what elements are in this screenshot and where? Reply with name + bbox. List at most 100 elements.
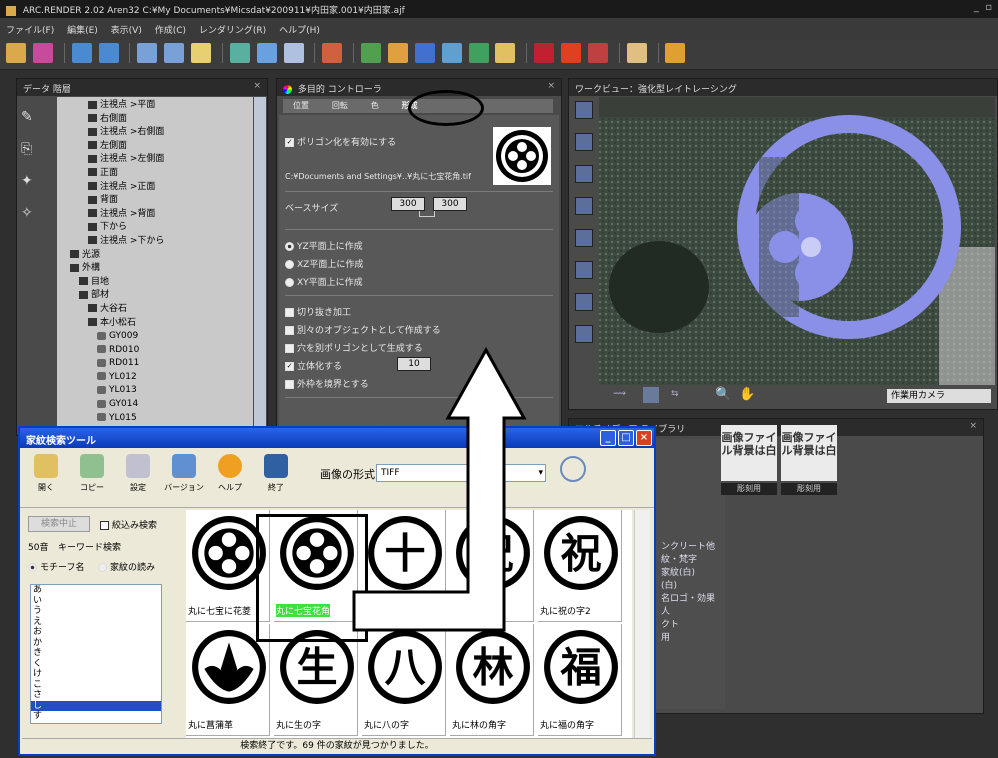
open-icon[interactable] — [6, 43, 26, 63]
search-icon[interactable] — [560, 456, 586, 482]
tree-node[interactable]: 注視点 >右側面 — [61, 126, 249, 140]
stop-icon[interactable] — [534, 43, 555, 63]
tree-node[interactable]: 注視点 >左側面 — [61, 153, 249, 167]
tree-node[interactable]: 注視点 >平面 — [61, 99, 249, 113]
enable-polygon-checkbox[interactable]: ✓ ポリゴン化を有効にする — [285, 135, 396, 148]
base-width-input[interactable]: 300 — [391, 197, 425, 211]
close-icon[interactable]: × — [253, 81, 261, 91]
library-category[interactable]: 用 — [661, 630, 670, 643]
open-button[interactable]: 開く — [26, 454, 66, 493]
version-button[interactable]: バージョン — [164, 454, 204, 493]
narrow-checkbox[interactable]: 絞込み検索 — [100, 518, 157, 531]
view-tool-icon[interactable] — [575, 165, 593, 183]
tree-tool-icon[interactable]: ✦ — [21, 173, 41, 193]
tree-node[interactable]: GY014 — [61, 398, 249, 412]
tree-node[interactable]: 右側面 — [61, 113, 249, 127]
tab-position[interactable]: 位置 — [283, 99, 319, 112]
link-icon[interactable] — [419, 211, 435, 217]
kana-item[interactable]: お — [31, 627, 161, 638]
window-controls[interactable]: _ ▫ — [974, 2, 992, 13]
cut-checkbox[interactable]: 切り抜き加工 — [285, 305, 351, 318]
menu-edit[interactable]: 編集(E) — [67, 26, 98, 36]
checkbox[interactable] — [100, 521, 109, 530]
minimize-button[interactable]: _ — [600, 430, 616, 446]
menu-view[interactable]: 表示(V) — [111, 26, 142, 36]
radio-motif[interactable]: モチーフ名 — [28, 560, 84, 573]
kana-item[interactable]: か — [31, 638, 161, 649]
tree-tool-icon[interactable]: ⎘ — [21, 141, 41, 161]
tree-node[interactable]: 左側面 — [61, 140, 249, 154]
tree-node[interactable]: 注視点 >下から — [61, 235, 249, 249]
render-viewport[interactable] — [599, 97, 995, 385]
radio[interactable] — [285, 260, 294, 269]
object-icon[interactable] — [229, 43, 250, 63]
kana-item[interactable]: さ — [31, 690, 161, 701]
view-tool-icon[interactable] — [575, 325, 593, 343]
checkbox[interactable] — [285, 326, 294, 335]
tree-icon[interactable] — [361, 43, 381, 63]
pan-icon[interactable]: ⇆ — [671, 389, 679, 399]
copy-button[interactable]: コピー — [72, 454, 112, 493]
tree-node[interactable]: 注視点 >背面 — [61, 208, 249, 222]
view-tool-icon[interactable] — [575, 261, 593, 279]
kana-item[interactable]: あ — [31, 585, 161, 596]
light-icon[interactable] — [387, 43, 408, 63]
kana-item[interactable]: く — [31, 659, 161, 670]
hand-icon[interactable]: ✋ — [739, 387, 755, 402]
plane-yz-radio[interactable]: YZ平面上に作成 — [285, 239, 363, 252]
menu-create[interactable]: 作成(C) — [155, 26, 186, 36]
plane-xz-radio[interactable]: XZ平面上に作成 — [285, 257, 363, 270]
tree-node[interactable]: 正面 — [61, 167, 249, 181]
tree-node[interactable]: 光源 — [61, 249, 249, 263]
kana-item[interactable]: す — [31, 711, 161, 722]
menu-help[interactable]: ヘルプ(H) — [279, 26, 320, 36]
checkbox[interactable]: ✓ — [285, 138, 294, 147]
person-icon[interactable] — [495, 43, 516, 63]
separate-checkbox[interactable]: 別々のオブジェクトとして作成する — [285, 323, 441, 336]
tree-tool-icon[interactable]: ✧ — [21, 205, 41, 225]
tree-node[interactable]: YL015 — [61, 412, 249, 426]
checkbox[interactable] — [285, 308, 294, 317]
wizard-icon[interactable] — [665, 43, 686, 63]
tree-node[interactable]: RD010 — [61, 344, 249, 358]
crest-item[interactable]: 林丸に林の角字 — [450, 624, 534, 736]
view-tool-icon[interactable] — [575, 229, 593, 247]
radio[interactable] — [285, 242, 294, 251]
solid-checkbox[interactable]: ✓ 立体化する — [285, 359, 342, 372]
library-category[interactable]: 紋・梵字 — [661, 552, 697, 565]
tree-node[interactable]: 注視点 >正面 — [61, 181, 249, 195]
kana-item[interactable]: こ — [31, 680, 161, 691]
tree-tool-icon[interactable]: ✎ — [21, 109, 41, 129]
view-icon[interactable] — [441, 43, 462, 63]
paste-icon[interactable] — [164, 43, 185, 63]
view-tool-icon[interactable] — [575, 133, 593, 151]
close-icon[interactable]: × — [969, 421, 977, 431]
tree-node[interactable]: 背面 — [61, 194, 249, 208]
library-category[interactable]: クト — [661, 617, 679, 630]
undo-icon[interactable] — [71, 43, 92, 63]
camera-icon[interactable] — [414, 43, 435, 63]
tab-keyword[interactable]: キーワード検索 — [58, 540, 121, 553]
tree-node[interactable]: YL013 — [61, 384, 249, 398]
grid-scrollbar[interactable] — [634, 510, 650, 740]
checkbox[interactable] — [285, 380, 294, 389]
kana-item[interactable]: い — [31, 596, 161, 607]
radio-reading[interactable]: 家紋の読み — [98, 560, 155, 573]
tree-node[interactable]: 本小松石 — [61, 317, 249, 331]
image-icon[interactable] — [32, 43, 53, 63]
kana-item[interactable]: き — [31, 648, 161, 659]
scene-icon[interactable] — [468, 43, 489, 63]
exit-button[interactable]: 終了 — [256, 454, 296, 493]
view-tool-icon[interactable] — [575, 101, 593, 119]
view-tool-icon[interactable] — [575, 197, 593, 215]
crest-item[interactable]: 八丸に八の字 — [362, 624, 446, 736]
tree-node[interactable]: GY009 — [61, 330, 249, 344]
crest-item[interactable]: 祝丸に祝の字2 — [538, 510, 622, 622]
tree-view[interactable]: 注視点 >平面 右側面 注視点 >右側面 左側面 注視点 >左側面 正面 注視点 >正面 背面… — [57, 97, 253, 433]
help-button[interactable]: ヘルプ — [210, 454, 250, 493]
menu-render[interactable]: レンダリング(R) — [199, 26, 266, 36]
redo-icon[interactable] — [98, 43, 119, 63]
shrine-icon[interactable] — [587, 43, 608, 63]
kana-item[interactable]: け — [31, 669, 161, 680]
kana-list[interactable]: あいうえおかきくけこさしす — [30, 584, 162, 724]
